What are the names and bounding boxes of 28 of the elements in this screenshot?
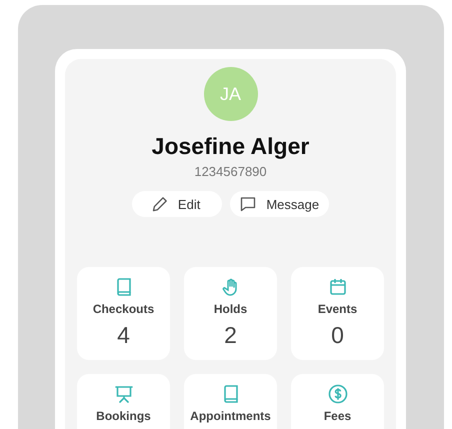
patron-name: Josefine Alger <box>152 133 310 160</box>
stat-count: 0 <box>331 322 344 349</box>
stat-count: 2 <box>224 322 237 349</box>
stat-count: 4 <box>117 322 130 349</box>
patron-number: 1234567890 <box>194 164 267 179</box>
hand-icon <box>222 277 240 297</box>
stat-label: Holds <box>214 302 248 316</box>
stat-tile[interactable]: Holds 2 <box>184 267 277 360</box>
stat-label: Events <box>318 302 358 316</box>
edit-button[interactable]: Edit <box>132 191 222 217</box>
stat-label: Fees <box>324 409 352 423</box>
easel-icon <box>114 384 132 404</box>
stat-label: Checkouts <box>92 302 154 316</box>
stat-label: Bookings <box>96 409 151 423</box>
message-button[interactable]: Message <box>230 191 330 217</box>
book-icon <box>222 384 238 404</box>
stat-tile[interactable]: Bookings <box>77 374 170 429</box>
stat-tile[interactable]: Checkouts 4 <box>77 267 170 360</box>
stat-tile[interactable]: Appointments <box>184 374 277 429</box>
book-icon <box>116 277 132 297</box>
dollar-icon <box>328 384 348 404</box>
calendar-icon <box>328 277 346 297</box>
speech-bubble-icon <box>240 196 256 212</box>
stat-tile[interactable]: Fees <box>291 374 384 429</box>
stat-tile[interactable]: Events 0 <box>291 267 384 360</box>
avatar-initials: JA <box>220 84 241 104</box>
stat-label: Appointments <box>190 409 271 423</box>
pencil-icon <box>152 196 168 212</box>
